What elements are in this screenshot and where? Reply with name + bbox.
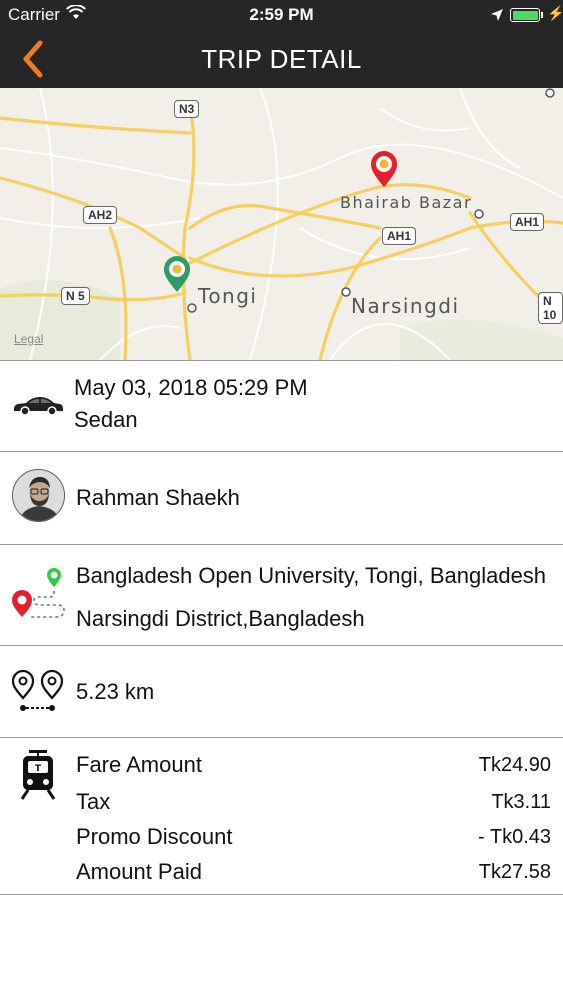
pickup-map-pin-icon[interactable] [164,256,190,292]
status-bar: Carrier 2:59 PM ⚡ [0,0,563,30]
map-place-label: Bhairab Bazar [340,193,473,212]
fare-label: Fare Amount [76,752,202,777]
dropoff-map-pin-icon[interactable] [371,151,397,187]
amount-paid-label: Amount Paid [76,859,202,884]
clock: 2:59 PM [249,5,314,24]
amount-paid-value: Tk27.58 [478,861,551,883]
driver-name: Rahman Shaekh [76,485,240,510]
location-arrow-icon [490,7,504,27]
vehicle-type: Sedan [74,407,138,432]
road-badge: N3 [174,100,200,118]
dropoff-address: Narsingdi District,Bangladesh [76,606,365,631]
navigation-bar: TRIP DETAIL [0,30,563,88]
road-badge: AH2 [83,206,118,224]
battery-tip [541,12,543,18]
map-place-label: Tongi [198,284,258,308]
battery-icon [510,8,540,22]
road-badge: N 5 [61,287,90,305]
charging-bolt-icon: ⚡ [547,5,563,21]
tax-label: Tax [76,789,111,814]
promo-discount-amount: - Tk0.43 [478,826,551,848]
road-badge: AH1 [382,227,417,245]
car-icon [12,394,64,421]
driver-section: Rahman Shaekh [0,452,563,545]
page-title: TRIP DETAIL [201,44,362,74]
route-pins-icon [10,565,66,630]
trip-distance: 5.23 km [76,679,155,704]
svg-text:T: T [35,764,42,774]
distance-pins-icon [10,668,66,719]
fare-section: T Fare Amount Tk24.90 Tax Tk3.11 Promo D… [0,738,563,895]
fare-amount: Tk24.90 [478,754,551,776]
road-badge: AH1 [510,213,545,231]
pickup-address: Bangladesh Open University, Tongi, Bangl… [76,563,547,588]
trip-datetime: May 03, 2018 05:29 PM [74,375,308,400]
avatar[interactable] [12,469,65,522]
route-section: Bangladesh Open University, Tongi, Bangl… [0,545,563,646]
distance-section: 5.23 km [0,646,563,738]
road-badge: N 10 [538,292,563,324]
promo-discount-label: Promo Discount [76,824,233,849]
map-place-label: Narsingdi [351,294,460,318]
trip-map[interactable]: Bhairab Bazar Tongi Narsingdi N3 AH2 N 5… [0,88,563,360]
train-icon: T [20,750,56,805]
trip-info-section: May 03, 2018 05:29 PM Sedan [0,360,563,452]
map-legal-link[interactable]: Legal [14,332,43,346]
tax-amount: Tk3.11 [491,791,551,813]
